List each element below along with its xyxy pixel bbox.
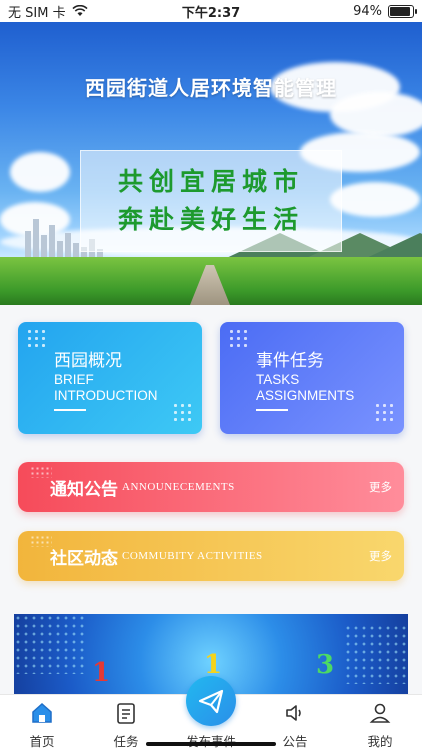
- tasks-assignments-card[interactable]: 事件任务 TASKS ASSIGNMENTS: [220, 322, 404, 434]
- community-subtitle: COMMUBITY ACTIVITIES: [122, 550, 263, 562]
- tab-label: 发布事件: [169, 731, 253, 750]
- dots-decoration: [26, 328, 46, 348]
- announcements-subtitle: ANNOUNECEMENTS: [122, 481, 235, 493]
- tab-home[interactable]: 首页: [0, 695, 84, 751]
- hero-banner: 西园街道人居环境智能管理 共创宜居城市 奔赴美好生活: [0, 22, 422, 305]
- status-time: 下午2:37: [181, 5, 241, 21]
- dots-decoration: [228, 328, 248, 348]
- dots-decoration: [30, 535, 52, 547]
- status-bar: 无 SIM 卡 下午2:37 94%: [0, 0, 422, 22]
- paper-plane-icon: [198, 689, 224, 714]
- dots-decoration: [172, 402, 192, 422]
- dots-decoration: [30, 466, 52, 478]
- card-subtitle: TASKS ASSIGNMENTS: [256, 372, 355, 403]
- tab-label: 我的: [367, 734, 393, 749]
- slogan-line-1: 共创宜居城市: [117, 167, 304, 196]
- tab-label: 首页: [29, 734, 55, 749]
- dots-decoration: [374, 402, 394, 422]
- community-title: 社区动态: [50, 548, 118, 569]
- publish-event-button[interactable]: [186, 676, 236, 726]
- promo-number-1: 1: [92, 658, 111, 688]
- clipboard-icon: [117, 703, 135, 724]
- community-more-link[interactable]: 更多: [369, 548, 392, 564]
- tab-profile[interactable]: 我的: [338, 695, 422, 751]
- battery-icon: [388, 4, 417, 18]
- card-title: 西园概况: [54, 351, 122, 371]
- banner-title: 西园街道人居环境智能管理: [85, 76, 337, 100]
- card-title: 事件任务: [256, 351, 324, 371]
- slogan-box: 共创宜居城市 奔赴美好生活: [80, 150, 342, 252]
- home-icon: [32, 702, 52, 723]
- brief-introduction-card[interactable]: 西园概况 BRIEF INTRODUCTION: [18, 322, 202, 434]
- promo-number-3: 3: [316, 650, 335, 680]
- home-indicator: [146, 742, 276, 746]
- slogan-line-2: 奔赴美好生活: [117, 205, 304, 234]
- tab-label: 任务: [113, 734, 139, 749]
- announcements-title: 通知公告: [50, 479, 118, 500]
- announcements-more-link[interactable]: 更多: [369, 479, 392, 495]
- tab-label: 公告: [282, 734, 308, 749]
- card-subtitle: BRIEF INTRODUCTION: [54, 372, 158, 403]
- announcements-bar[interactable]: 通知公告 ANNOUNECEMENTS 更多: [18, 462, 404, 512]
- user-icon: [369, 703, 391, 723]
- community-activities-bar[interactable]: 社区动态 COMMUBITY ACTIVITIES 更多: [18, 531, 404, 581]
- speaker-icon: [286, 705, 301, 721]
